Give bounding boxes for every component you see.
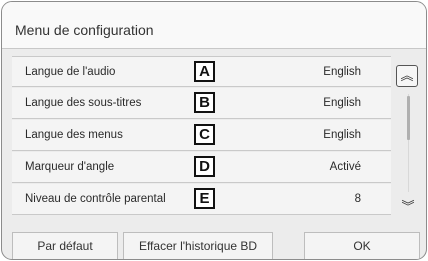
- callout-marker: A: [194, 61, 215, 82]
- setting-value: English: [323, 97, 361, 109]
- title-bar: Menu de configuration: [2, 2, 426, 49]
- setting-label: Marqueur d'angle: [25, 161, 115, 173]
- double-chevron-up-icon[interactable]: ︽: [396, 65, 418, 87]
- setting-label: Langue des sous-titres: [25, 97, 142, 109]
- setting-row-parental-control[interactable]: Niveau de contrôle parental E 8: [12, 184, 391, 215]
- settings-list: Langue de l'audio A English Langue des s…: [12, 56, 391, 220]
- clear-history-button[interactable]: Effacer l'historique BD: [123, 232, 273, 259]
- setting-row-subtitle-language[interactable]: Langue des sous-titres B English: [12, 88, 391, 119]
- callout-marker: D: [194, 156, 215, 177]
- default-button[interactable]: Par défaut: [12, 232, 118, 259]
- setting-label: Niveau de contrôle parental: [25, 193, 166, 205]
- ok-button[interactable]: OK: [304, 232, 420, 259]
- scrollbar-thumb[interactable]: [407, 96, 410, 140]
- setting-row-angle-marker[interactable]: Marqueur d'angle D Activé: [12, 152, 391, 183]
- setting-value: Activé: [329, 161, 361, 173]
- double-chevron-down-icon[interactable]: ︾: [397, 197, 419, 219]
- setting-row-audio-language[interactable]: Langue de l'audio A English: [12, 56, 391, 87]
- setting-value: English: [323, 129, 361, 141]
- callout-marker: E: [194, 188, 215, 209]
- setting-value: 8: [354, 193, 361, 205]
- page-title: Menu de configuration: [15, 22, 154, 38]
- settings-window: Menu de configuration Langue de l'audio …: [1, 1, 427, 260]
- setting-label: Langue de l'audio: [25, 66, 116, 78]
- setting-label: Langue des menus: [25, 129, 123, 141]
- callout-marker: C: [194, 124, 215, 145]
- callout-marker: B: [194, 92, 215, 113]
- setting-row-menu-language[interactable]: Langue des menus C English: [12, 120, 391, 151]
- setting-value: English: [323, 66, 361, 78]
